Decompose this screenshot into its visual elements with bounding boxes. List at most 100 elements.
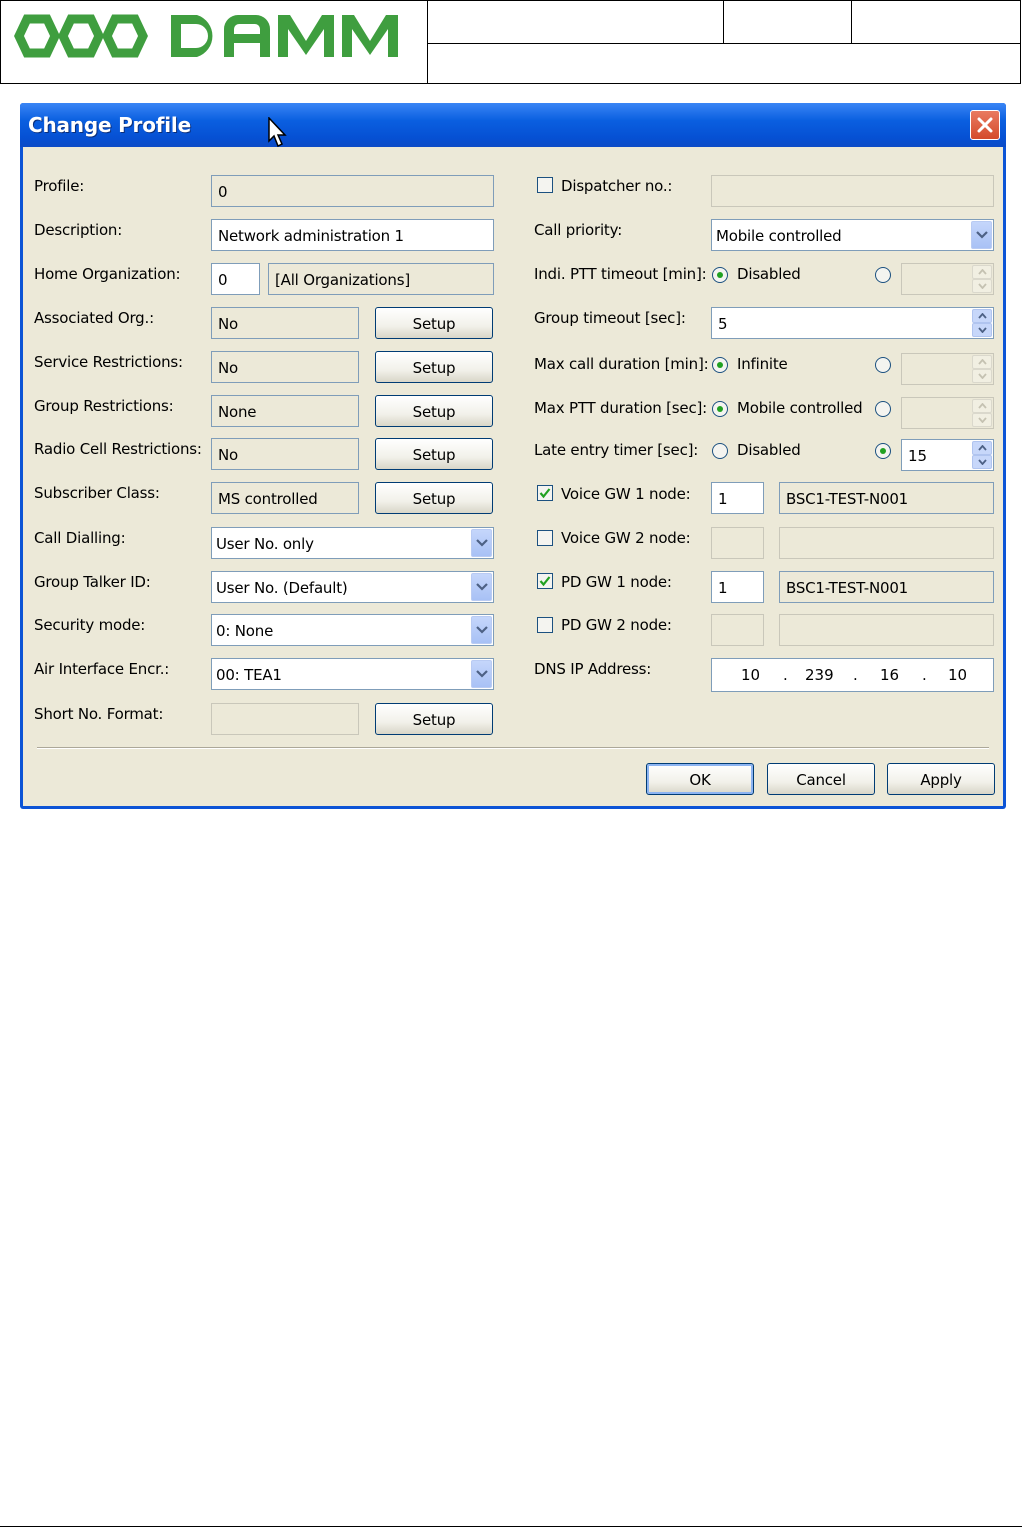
indi-ptt-timeout-label: Indi. PTT timeout [min]: — [534, 265, 707, 283]
ok-button[interactable]: OK — [646, 763, 754, 795]
subscriber-class-field: MS controlled — [211, 482, 359, 514]
late-entry-timer-spinner[interactable]: 15 — [901, 439, 994, 471]
call-priority-value: Mobile controlled — [716, 227, 842, 245]
chevron-down-icon — [476, 626, 488, 634]
radio-cell-restrictions-label: Radio Cell Restrictions: — [34, 440, 202, 458]
indi-ptt-value-radio[interactable] — [875, 267, 891, 283]
max-ptt-mobile-controlled-label: Mobile controlled — [737, 399, 863, 417]
max-call-value-radio[interactable] — [875, 357, 891, 373]
service-restrictions-field: No — [211, 351, 359, 383]
spin-up-button — [972, 265, 992, 279]
close-button[interactable] — [970, 110, 1000, 140]
pd-gw1-checkbox[interactable] — [537, 573, 553, 589]
voice-gw1-name-field: BSC1-TEST-N001 — [779, 482, 994, 514]
voice-gw2-number-field — [711, 527, 764, 559]
spin-down-button[interactable] — [972, 323, 992, 337]
dialog-title: Change Profile — [28, 113, 191, 137]
indi-ptt-disabled-radio[interactable] — [712, 267, 728, 283]
late-entry-disabled-radio[interactable] — [712, 443, 728, 459]
ip-octet-2[interactable]: 239 — [805, 666, 834, 684]
air-interface-encryption-select[interactable]: 00: TEA1 — [211, 658, 494, 690]
dropdown-button[interactable] — [971, 221, 992, 249]
radio-cell-restrictions-setup-button[interactable]: Setup — [375, 438, 493, 470]
pd-gw1-label: PD GW 1 node: — [561, 573, 672, 591]
group-timeout-spinner[interactable]: 5 — [711, 307, 994, 339]
associated-org-label: Associated Org.: — [34, 309, 154, 327]
voice-gw1-number-input[interactable]: 1 — [711, 482, 764, 514]
spin-down-button[interactable] — [972, 455, 992, 469]
subscriber-class-setup-button[interactable]: Setup — [375, 482, 493, 514]
chevron-down-icon — [476, 583, 488, 591]
voice-gw2-name-field — [779, 527, 994, 559]
associated-org-setup-button[interactable]: Setup — [375, 307, 493, 339]
pd-gw2-label: PD GW 2 node: — [561, 616, 672, 634]
pd-gw1-name-field: BSC1-TEST-N001 — [779, 571, 994, 603]
group-talker-id-label: Group Talker ID: — [34, 573, 151, 591]
call-priority-select[interactable]: Mobile controlled — [711, 219, 994, 251]
arrow-down-icon — [978, 327, 987, 333]
ip-separator: . — [853, 666, 858, 684]
service-restrictions-setup-button[interactable]: Setup — [375, 351, 493, 383]
dropdown-button[interactable] — [471, 616, 492, 644]
voice-gw2-label: Voice GW 2 node: — [561, 529, 691, 547]
short-no-format-field — [211, 703, 359, 735]
description-input[interactable]: Network administration 1 — [211, 219, 494, 251]
security-mode-select[interactable]: 0: None — [211, 614, 494, 646]
indi-ptt-disabled-label: Disabled — [737, 265, 801, 283]
ip-octet-3[interactable]: 16 — [880, 666, 899, 684]
apply-button[interactable]: Apply — [887, 763, 995, 795]
pd-gw2-number-field — [711, 614, 764, 646]
max-ptt-value-radio[interactable] — [875, 401, 891, 417]
group-timeout-value: 5 — [718, 315, 728, 333]
page-footer-line — [0, 1526, 1022, 1527]
ip-octet-1[interactable]: 10 — [741, 666, 760, 684]
group-restrictions-field: None — [211, 395, 359, 427]
max-ptt-mobile-controlled-radio[interactable] — [712, 401, 728, 417]
ip-octet-4[interactable]: 10 — [948, 666, 967, 684]
pd-gw1-number-input[interactable]: 1 — [711, 571, 764, 603]
call-dialling-label: Call Dialling: — [34, 529, 126, 547]
subscriber-class-label: Subscriber Class: — [34, 484, 160, 502]
cancel-button[interactable]: Cancel — [767, 763, 875, 795]
ip-separator: . — [783, 666, 788, 684]
late-entry-disabled-label: Disabled — [737, 441, 801, 459]
group-timeout-label: Group timeout [sec]: — [534, 309, 686, 327]
short-no-format-setup-button[interactable]: Setup — [375, 703, 493, 735]
arrow-up-icon — [978, 359, 987, 365]
change-profile-dialog: Change Profile Profile: 0 Description: N… — [20, 103, 1006, 809]
max-call-infinite-radio[interactable] — [712, 357, 728, 373]
spin-up-button[interactable] — [972, 441, 992, 455]
document-header — [0, 0, 1021, 84]
home-organization-label: Home Organization: — [34, 265, 181, 283]
profile-label: Profile: — [34, 177, 85, 195]
late-entry-value-radio[interactable] — [875, 443, 891, 459]
pd-gw2-checkbox[interactable] — [537, 617, 553, 633]
dispatcher-field — [711, 175, 994, 207]
home-organization-number-input[interactable]: 0 — [211, 263, 260, 295]
spin-down-button — [972, 413, 992, 427]
dns-ip-address-input[interactable]: 10 . 239 . 16 . 10 — [711, 658, 994, 692]
title-bar[interactable]: Change Profile — [20, 103, 1006, 148]
dropdown-button[interactable] — [471, 573, 492, 601]
voice-gw2-checkbox[interactable] — [537, 530, 553, 546]
indi-ptt-timeout-spinner — [901, 263, 994, 295]
separator — [37, 747, 989, 749]
dispatcher-checkbox[interactable] — [537, 177, 553, 193]
security-mode-value: 0: None — [216, 622, 274, 640]
associated-org-field: No — [211, 307, 359, 339]
dropdown-button[interactable] — [471, 660, 492, 688]
call-dialling-select[interactable]: User No. only — [211, 527, 494, 559]
close-icon — [977, 117, 993, 133]
dropdown-button[interactable] — [471, 529, 492, 557]
spin-up-button — [972, 355, 992, 369]
spin-down-button — [972, 279, 992, 293]
arrow-up-icon — [978, 269, 987, 275]
spin-up-button[interactable] — [972, 309, 992, 323]
group-restrictions-setup-button[interactable]: Setup — [375, 395, 493, 427]
checkmark-icon — [539, 488, 551, 499]
voice-gw1-checkbox[interactable] — [537, 485, 553, 501]
spin-up-button — [972, 399, 992, 413]
arrow-up-icon — [978, 445, 987, 451]
chevron-down-icon — [476, 670, 488, 678]
group-talker-id-select[interactable]: User No. (Default) — [211, 571, 494, 603]
